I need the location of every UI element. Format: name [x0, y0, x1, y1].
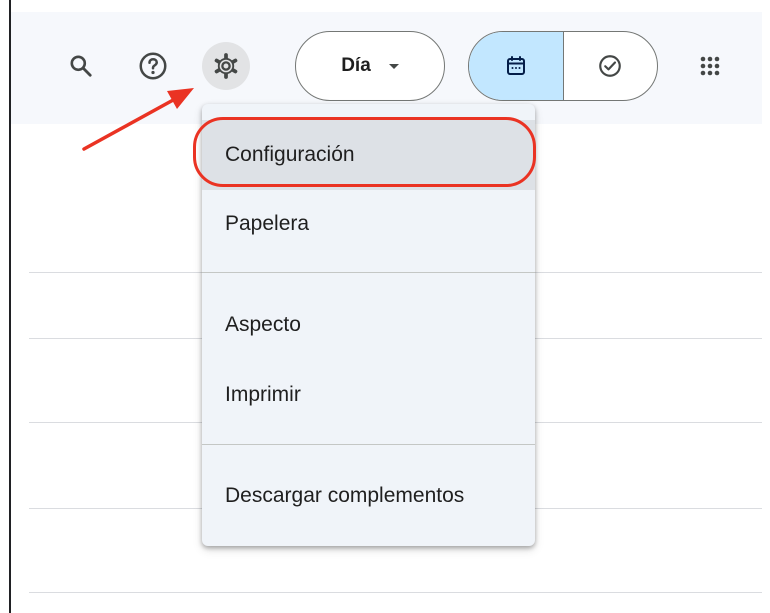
settings-menu: Configuración Papelera Aspecto Imprimir …: [202, 104, 535, 546]
view-select-label: Día: [341, 55, 371, 76]
annotation-arrow-icon: [82, 88, 194, 151]
menu-item-label: Papelera: [225, 212, 310, 235]
calendar-view-button[interactable]: [469, 32, 564, 100]
menu-item-configuracion[interactable]: Configuración: [202, 120, 535, 190]
menu-divider: [202, 444, 535, 445]
apps-button[interactable]: [686, 42, 734, 90]
view-toggle: [468, 31, 658, 101]
dropdown-caret-icon: [388, 63, 399, 69]
menu-divider: [202, 272, 535, 273]
menu-item-aspecto[interactable]: Aspecto: [202, 290, 535, 360]
apps-grid-icon: [700, 56, 720, 76]
tasks-check-icon: [599, 55, 622, 77]
grid-line: [29, 592, 762, 593]
menu-item-imprimir[interactable]: Imprimir: [202, 360, 535, 430]
settings-gear-icon: [214, 53, 238, 79]
menu-item-label: Imprimir: [225, 383, 301, 406]
menu-item-descargar-complementos[interactable]: Descargar complementos: [202, 461, 535, 531]
menu-item-papelera[interactable]: Papelera: [202, 189, 535, 259]
menu-item-label: Configuración: [225, 143, 355, 166]
menu-item-label: Aspecto: [225, 313, 301, 336]
tasks-view-button[interactable]: [564, 32, 658, 100]
calendar-icon: [506, 56, 525, 75]
view-select-dropdown[interactable]: Día: [295, 31, 445, 101]
menu-item-label: Descargar complementos: [225, 484, 465, 507]
settings-button[interactable]: [202, 42, 250, 90]
